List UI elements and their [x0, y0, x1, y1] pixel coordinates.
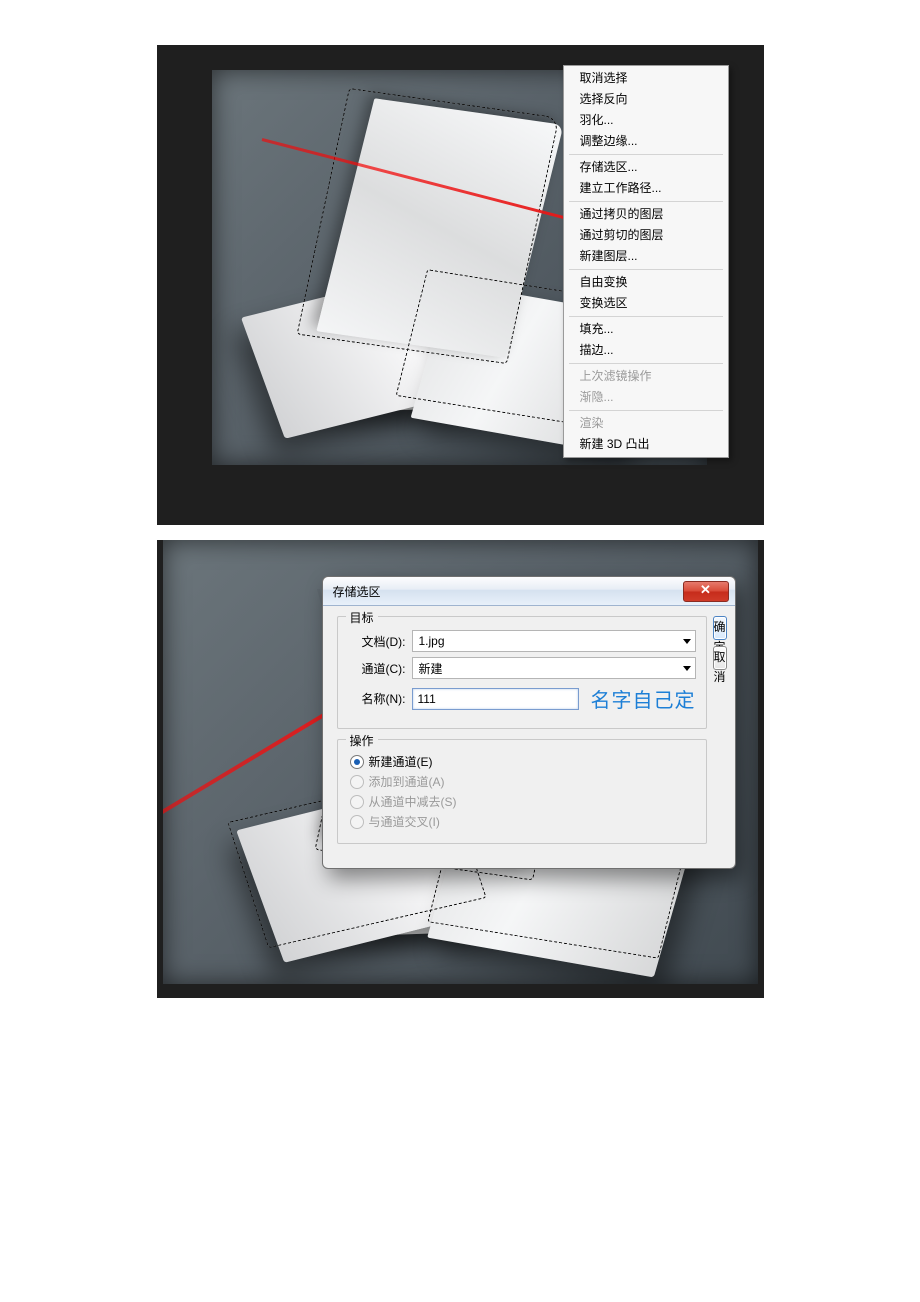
menu-item[interactable]: 调整边缘... [566, 131, 726, 152]
name-hint: 名字自己定 [591, 684, 696, 713]
menu-separator [569, 410, 723, 411]
radio-label: 从通道中减去(S) [369, 793, 457, 810]
menu-item[interactable]: 选择反向 [566, 89, 726, 110]
name-label: 名称(N): [348, 690, 406, 707]
menu-item[interactable]: 填充... [566, 319, 726, 340]
context-menu: 取消选择选择反向羽化...调整边缘... 存储选区...建立工作路径... 通过拷贝… [563, 65, 729, 458]
screenshot-context-menu: 取消选择选择反向羽化...调整边缘... 存储选区...建立工作路径... 通过拷贝… [157, 45, 764, 525]
chevron-down-icon [683, 666, 691, 671]
radio-icon [350, 755, 364, 769]
group-legend: 操作 [346, 732, 378, 749]
channel-label: 通道(C): [348, 660, 406, 677]
save-selection-dialog: 存储选区 ✕ 目标 文档(D): 1.jpg [322, 576, 736, 869]
menu-separator [569, 269, 723, 270]
menu-item: 渐隐... [566, 387, 726, 408]
radio-icon [350, 795, 364, 809]
menu-item[interactable]: 新建 3D 凸出 [566, 434, 726, 455]
radio-label: 与通道交叉(I) [369, 813, 440, 830]
radio-icon [350, 815, 364, 829]
menu-item[interactable]: 取消选择 [566, 68, 726, 89]
menu-separator [569, 316, 723, 317]
doc-combo-value: 1.jpg [419, 634, 445, 648]
target-group: 目标 文档(D): 1.jpg 通道(C): 新建 [337, 616, 707, 729]
close-button[interactable]: ✕ [683, 581, 729, 602]
menu-item: 渲染 [566, 413, 726, 434]
cancel-button-label: 取消 [714, 650, 726, 684]
operation-radio: 从通道中减去(S) [348, 793, 696, 810]
menu-item[interactable]: 存储选区... [566, 157, 726, 178]
dialog-title: 存储选区 [333, 583, 381, 600]
doc-label: 文档(D): [348, 633, 406, 650]
menu-separator [569, 201, 723, 202]
channel-combo[interactable]: 新建 [412, 657, 696, 679]
channel-combo-value: 新建 [419, 660, 443, 677]
doc-combo[interactable]: 1.jpg [412, 630, 696, 652]
dialog-titlebar[interactable]: 存储选区 ✕ [323, 577, 735, 606]
menu-item[interactable]: 描边... [566, 340, 726, 361]
menu-item[interactable]: 通过拷贝的图层 [566, 204, 726, 225]
group-legend: 目标 [346, 609, 378, 626]
menu-item[interactable]: 羽化... [566, 110, 726, 131]
menu-item[interactable]: 新建图层... [566, 246, 726, 267]
radio-icon [350, 775, 364, 789]
menu-item[interactable]: 通过剪切的图层 [566, 225, 726, 246]
menu-separator [569, 154, 723, 155]
close-icon: ✕ [700, 582, 711, 597]
operation-radio: 与通道交叉(I) [348, 813, 696, 830]
cancel-button[interactable]: 取消 [713, 646, 727, 670]
chevron-down-icon [683, 639, 691, 644]
menu-item[interactable]: 变换选区 [566, 293, 726, 314]
screenshot-save-selection-dialog: www.bdocx.com 存储选区 ✕ 目标 文档(D): [157, 540, 764, 998]
radio-label: 添加到通道(A) [369, 773, 445, 790]
radio-label: 新建通道(E) [369, 753, 433, 770]
name-input[interactable] [412, 688, 579, 710]
operation-radio: 添加到通道(A) [348, 773, 696, 790]
ok-button[interactable]: 确定 [713, 616, 727, 640]
operation-group: 操作 新建通道(E)添加到通道(A)从通道中减去(S)与通道交叉(I) [337, 739, 707, 844]
menu-separator [569, 363, 723, 364]
menu-item[interactable]: 建立工作路径... [566, 178, 726, 199]
operation-radio[interactable]: 新建通道(E) [348, 753, 696, 770]
menu-item[interactable]: 自由变换 [566, 272, 726, 293]
menu-item: 上次滤镜操作 [566, 366, 726, 387]
